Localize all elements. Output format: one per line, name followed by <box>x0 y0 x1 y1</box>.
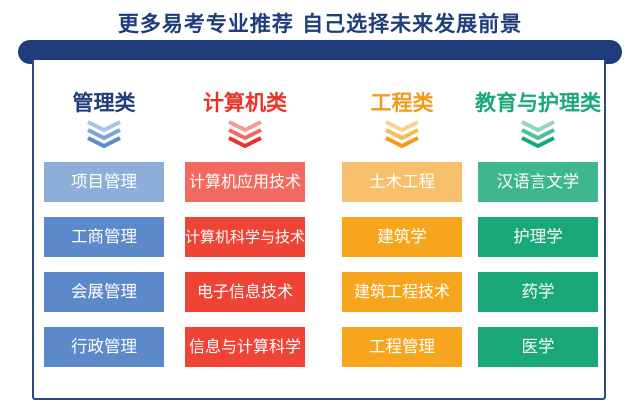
major-item[interactable]: 药学 <box>478 272 598 312</box>
triple-chevron-down-icon <box>521 120 555 148</box>
major-item[interactable]: 工程管理 <box>342 327 462 367</box>
major-item[interactable]: 计算机应用技术 <box>185 162 305 202</box>
major-item[interactable]: 护理学 <box>478 217 598 257</box>
major-item[interactable]: 电子信息技术 <box>185 272 305 312</box>
major-item[interactable]: 土木工程 <box>342 162 462 202</box>
major-item[interactable]: 行政管理 <box>44 327 164 367</box>
major-item[interactable]: 信息与计算科学 <box>185 327 305 367</box>
triple-chevron-down-icon <box>385 120 419 148</box>
major-item[interactable]: 医学 <box>478 327 598 367</box>
banner-headline: 更多易考专业推荐 自己选择未来发展前景 <box>117 12 523 36</box>
triple-chevron-down-icon <box>228 120 262 148</box>
majors-panel: 管理类 项目管理 工商管理 会展管理 行政管理 计算机类 计算机应用技术 计算机… <box>32 60 606 400</box>
major-item[interactable]: 会展管理 <box>44 272 164 312</box>
major-item[interactable]: 工商管理 <box>44 217 164 257</box>
recommendation-banner: 更多易考专业推荐 自己选择未来发展前景 管理类 项目管理 工商管理 会展管理 行… <box>0 0 640 403</box>
triple-chevron-down-icon <box>87 120 121 148</box>
category-title-computer: 计算机类 <box>203 91 287 115</box>
major-item[interactable]: 汉语言文学 <box>478 162 598 202</box>
major-item[interactable]: 项目管理 <box>44 162 164 202</box>
major-item[interactable]: 建筑学 <box>342 217 462 257</box>
category-title-education-nursing: 教育与护理类 <box>475 91 601 115</box>
major-item[interactable]: 计算机科学与技术 <box>185 217 305 257</box>
major-item[interactable]: 建筑工程技术 <box>342 272 462 312</box>
